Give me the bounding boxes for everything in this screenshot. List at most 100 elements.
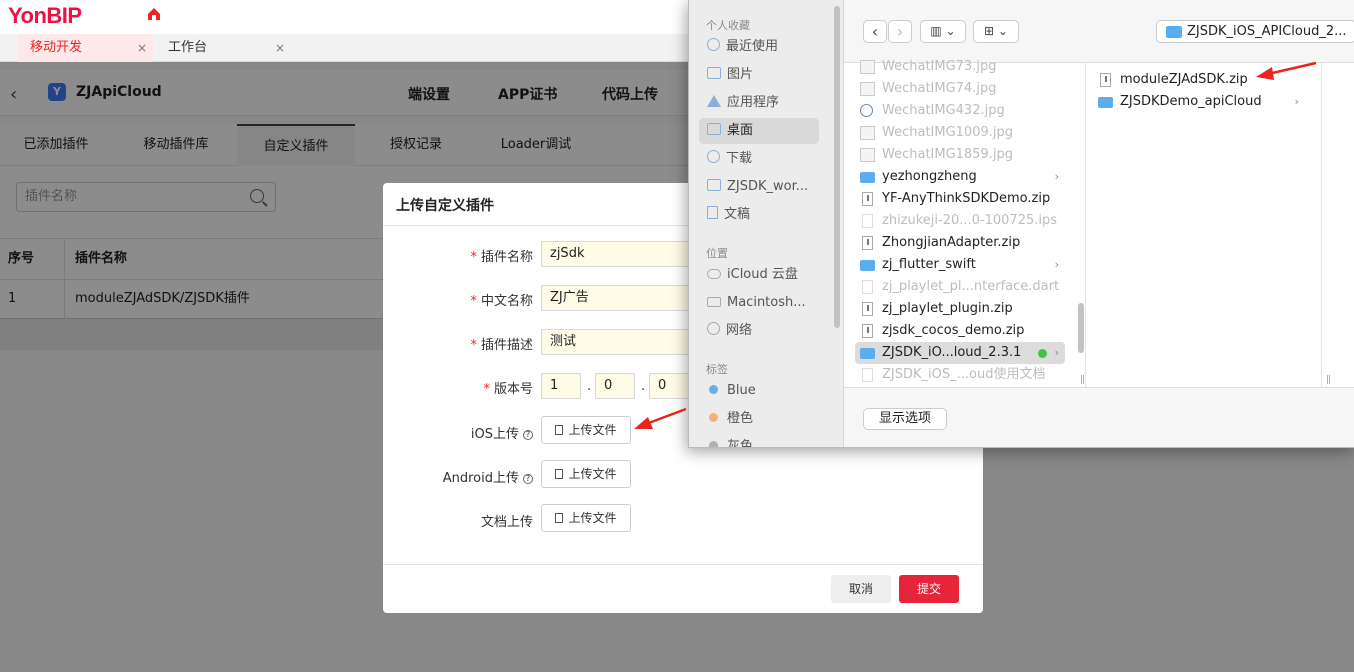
- chevron-right-icon: ›: [1054, 170, 1059, 183]
- plugin-name-input[interactable]: zjSdk: [541, 241, 701, 267]
- path-label: ZJSDK_iOS_APICloud_2...: [1187, 24, 1347, 39]
- sidebar-item-zjsdk-folder[interactable]: ZJSDK_wor...: [699, 174, 819, 200]
- sidebar-item-pictures[interactable]: 图片: [699, 62, 819, 88]
- folder-icon: [1166, 26, 1182, 38]
- tag-dot-icon: [1038, 349, 1047, 358]
- sidebar-item-macintosh-hd[interactable]: Macintosh...: [699, 290, 819, 316]
- button-label: 上传文件: [568, 467, 617, 481]
- sidebar-item-applications[interactable]: 应用程序: [699, 90, 819, 116]
- sidebar-item-label: 橙色: [727, 411, 754, 426]
- sidebar-tag-orange[interactable]: 橙色: [699, 406, 819, 432]
- app-logo-text[interactable]: YonBIP: [8, 3, 82, 29]
- sidebar-item-network[interactable]: 网络: [699, 318, 819, 344]
- file-row-c2-0[interactable]: moduleZJAdSDK.zip: [1093, 69, 1305, 91]
- sidebar-item-label: 桌面: [727, 123, 754, 138]
- file-name: ZJSDKDemo_apiCloud: [1120, 94, 1262, 109]
- file-row-13[interactable]: ZJSDK_iO...loud_2.3.1 ›: [855, 342, 1065, 364]
- sidebar-section-locations: 位置: [706, 247, 728, 260]
- label-text: Android上传: [442, 471, 519, 486]
- android-upload-button[interactable]: 上传文件: [541, 460, 631, 488]
- network-icon: [707, 322, 720, 335]
- close-icon[interactable]: ×: [275, 34, 285, 62]
- field-label-name: * 插件名称: [383, 246, 533, 265]
- file-row-5[interactable]: yezhongzheng ›: [855, 166, 1065, 188]
- sidebar-item-label: 最近使用: [726, 39, 779, 54]
- folder-icon: [860, 260, 875, 271]
- column-resize-handle[interactable]: ||: [1080, 375, 1085, 385]
- file-row-12[interactable]: zjsdk_cocos_demo.zip: [855, 320, 1065, 342]
- sidebar-item-desktop[interactable]: 桌面: [699, 118, 819, 144]
- file-row-14[interactable]: ZJSDK_iOS_...oud使用文档: [855, 364, 1065, 386]
- folder-icon: [860, 172, 875, 183]
- group-button[interactable]: ⊞ ⌄: [973, 20, 1019, 43]
- forward-button[interactable]: ›: [888, 20, 912, 43]
- folder-icon: [860, 348, 875, 359]
- file-row-2[interactable]: WechatIMG432.jpg: [855, 100, 1065, 122]
- sidebar-scrollbar[interactable]: [834, 6, 840, 328]
- zip-file-icon: [862, 324, 873, 338]
- sidebar-tag-blue[interactable]: Blue: [699, 378, 819, 404]
- close-icon[interactable]: ×: [137, 34, 147, 62]
- sidebar-item-recents[interactable]: 最近使用: [699, 34, 819, 60]
- help-icon[interactable]: ?: [523, 430, 533, 440]
- sidebar-item-icloud[interactable]: iCloud 云盘: [699, 262, 819, 288]
- browser-tab-mobile-dev[interactable]: 移动开发 ×: [18, 34, 153, 62]
- chinese-name-input[interactable]: ZJ广告: [541, 285, 701, 311]
- label-text: 插件名称: [480, 250, 533, 265]
- sidebar-tag-gray[interactable]: 灰色: [699, 434, 819, 447]
- submit-button[interactable]: 提交: [899, 575, 959, 603]
- image-file-icon: [860, 104, 873, 117]
- plugin-description-input[interactable]: 测试: [541, 329, 701, 355]
- path-popup-button[interactable]: ZJSDK_iOS_APICloud_2...: [1156, 20, 1354, 43]
- view-mode-button[interactable]: ▥ ⌄: [920, 20, 966, 43]
- version-minor-input[interactable]: 0: [595, 373, 635, 399]
- label-text: 文档上传: [480, 515, 533, 530]
- sidebar-item-label: ZJSDK_wor...: [727, 179, 809, 194]
- field-label-cn-name: * 中文名称: [383, 290, 533, 309]
- image-file-icon: [860, 148, 875, 162]
- browser-tab-workbench[interactable]: 工作台 ×: [156, 34, 291, 62]
- column-resize-handle[interactable]: ||: [1326, 375, 1331, 385]
- chevron-right-icon: ›: [1294, 95, 1299, 108]
- sidebar-item-downloads[interactable]: 下载: [699, 146, 819, 172]
- file-row-3[interactable]: WechatIMG1009.jpg: [855, 122, 1065, 144]
- image-file-icon: [860, 82, 875, 96]
- file-row-6[interactable]: YF-AnyThinkSDKDemo.zip: [855, 188, 1065, 210]
- file-column-3: [1323, 63, 1354, 387]
- field-label-docs-upload: 文档上传: [383, 511, 533, 530]
- file-name: WechatIMG432.jpg: [882, 103, 1005, 118]
- sidebar-item-label: Macintosh...: [727, 295, 806, 310]
- version-patch-input[interactable]: 0: [649, 373, 689, 399]
- help-icon[interactable]: ?: [523, 474, 533, 484]
- sidebar-section-tags: 标签: [706, 363, 728, 376]
- docs-upload-button[interactable]: 上传文件: [541, 504, 631, 532]
- chevron-right-icon: ›: [1054, 346, 1059, 359]
- file-column-scrollbar[interactable]: [1078, 303, 1084, 353]
- file-name: moduleZJAdSDK.zip: [1120, 72, 1248, 87]
- file-row-4[interactable]: WechatIMG1859.jpg: [855, 144, 1065, 166]
- zip-file-icon: [1100, 73, 1111, 87]
- tab-label: 移动开发: [30, 40, 83, 55]
- field-label-android-upload: Android上传?: [383, 467, 533, 486]
- version-major-input[interactable]: 1: [541, 373, 581, 399]
- tab-label: 工作台: [168, 40, 208, 55]
- label-text: 版本号: [493, 382, 533, 397]
- cancel-button[interactable]: 取消: [831, 575, 891, 603]
- file-row-1[interactable]: WechatIMG74.jpg: [855, 78, 1065, 100]
- show-options-button[interactable]: 显示选项: [863, 408, 947, 430]
- file-row-7[interactable]: zhizukeji-20...0-100725.ips: [855, 210, 1065, 232]
- file-row-c2-1[interactable]: ZJSDKDemo_apiCloud ›: [1093, 91, 1305, 113]
- home-icon[interactable]: [146, 6, 162, 22]
- sidebar-item-documents[interactable]: 文稿: [699, 202, 819, 228]
- finder-bottom-bar: 显示选项: [844, 387, 1354, 447]
- file-row-10[interactable]: zj_playlet_pl...nterface.dart: [855, 276, 1065, 298]
- image-file-icon: [860, 60, 875, 74]
- ios-upload-button[interactable]: 上传文件: [541, 416, 631, 444]
- back-button[interactable]: ‹: [863, 20, 887, 43]
- file-row-9[interactable]: zj_flutter_swift ›: [855, 254, 1065, 276]
- document-icon: [862, 214, 873, 228]
- file-row-11[interactable]: zj_playlet_plugin.zip: [855, 298, 1065, 320]
- file-row-0[interactable]: WechatIMG73.jpg: [855, 56, 1065, 78]
- cloud-icon: [707, 269, 721, 279]
- file-row-8[interactable]: ZhongjianAdapter.zip: [855, 232, 1065, 254]
